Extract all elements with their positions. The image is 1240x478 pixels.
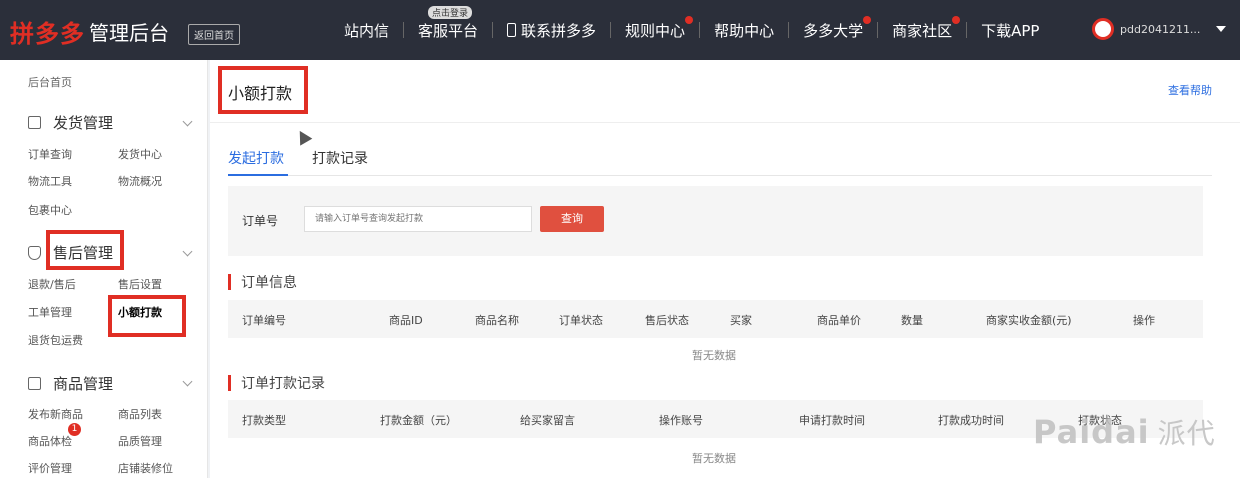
nav-rules-center[interactable]: 规则中心 xyxy=(611,0,699,60)
sidebar-item-review-manage[interactable]: 评价管理 xyxy=(28,460,72,476)
query-button[interactable]: 查询 xyxy=(540,206,604,232)
tab-payment-records[interactable]: 打款记录 xyxy=(312,148,368,168)
nav-merchant-community[interactable]: 商家社区 xyxy=(878,0,966,60)
logo[interactable]: 拼多多 管理后台 xyxy=(10,14,169,49)
chevron-down-icon[interactable] xyxy=(182,376,193,387)
phone-icon xyxy=(507,23,517,37)
nav-label: 站内信 xyxy=(344,21,390,40)
brand-logo: 拼多多 xyxy=(10,20,85,48)
column-header: 售后状态 xyxy=(645,314,689,327)
box-icon xyxy=(28,377,41,390)
order-number-input[interactable] xyxy=(304,206,532,232)
column-header: 操作 xyxy=(1133,314,1155,327)
tab-divider xyxy=(228,175,1212,176)
sidebar-group-shipping[interactable]: 发货管理 xyxy=(28,112,113,133)
sidebar-item-return-shipping[interactable]: 退货包运费 xyxy=(28,332,83,348)
watermark: Paidai 派代 xyxy=(1033,412,1216,452)
back-home-button[interactable]: 返回首页 xyxy=(188,24,240,45)
sidebar-item-refund[interactable]: 退款/售后 xyxy=(28,276,76,292)
section-title: 订单打款记录 xyxy=(241,376,325,392)
notification-dot xyxy=(685,16,694,24)
column-header: 订单编号 xyxy=(242,314,286,327)
payment-records-section: 订单打款记录 xyxy=(228,373,325,393)
shield-icon xyxy=(28,245,41,260)
chevron-down-icon[interactable] xyxy=(182,116,193,127)
group-label: 发货管理 xyxy=(53,114,114,132)
column-header: 商品ID xyxy=(389,314,423,327)
section-marker xyxy=(228,375,231,391)
column-header: 商家实收金额(元) xyxy=(986,314,1072,327)
section-title: 订单信息 xyxy=(241,275,297,291)
sidebar-item-goods-quality[interactable]: 品质管理 xyxy=(118,433,162,449)
nav-contact[interactable]: 联系拼多多 xyxy=(493,0,610,60)
search-panel: 订单号 查询 xyxy=(228,186,1203,256)
active-tab-indicator xyxy=(228,174,288,176)
user-menu[interactable]: pdd2041211... xyxy=(1092,18,1227,40)
sidebar-item-shipping-center[interactable]: 发货中心 xyxy=(118,146,162,162)
sidebar-item-publish-goods[interactable]: 发布新商品 xyxy=(28,406,83,422)
top-bar: 拼多多 管理后台 返回首页 站内信 点击登录 客服平台 联系拼多多 规则中心 帮… xyxy=(0,0,1240,60)
nav-label: 客服平台 xyxy=(418,21,479,40)
notification-badge: 1 xyxy=(68,423,81,436)
sidebar-item-goods-list[interactable]: 商品列表 xyxy=(118,406,162,422)
sidebar-item-order-query[interactable]: 订单查询 xyxy=(28,146,72,162)
section-marker xyxy=(228,274,231,290)
sidebar-item-package-center[interactable]: 包裹中心 xyxy=(28,202,72,218)
notification-dot xyxy=(863,16,872,24)
username: pdd2041211... xyxy=(1120,22,1201,36)
login-tag: 点击登录 xyxy=(428,6,473,19)
sidebar-group-goods[interactable]: 商品管理 xyxy=(28,373,113,394)
document-icon xyxy=(28,116,41,129)
watermark-latin: Paidai xyxy=(1033,413,1150,451)
nav-inbox[interactable]: 站内信 xyxy=(330,0,403,60)
column-header: 订单状态 xyxy=(559,314,603,327)
column-header: 给买家留言 xyxy=(520,414,575,427)
sidebar-item-store-decor[interactable]: 店铺装修位 xyxy=(118,460,173,476)
order-info-table-header: 订单编号 商品ID 商品名称 订单状态 售后状态 买家 商品单价 数量 商家实收… xyxy=(228,300,1203,338)
nav-duoduo-university[interactable]: 多多大学 xyxy=(789,0,877,60)
chevron-down-icon[interactable] xyxy=(182,246,193,257)
header-divider xyxy=(210,122,1240,123)
column-header: 操作账号 xyxy=(659,414,703,427)
order-info-empty: 暂无数据 xyxy=(692,349,736,362)
nav-label: 帮助中心 xyxy=(714,21,775,40)
nav-label: 联系拼多多 xyxy=(521,21,597,40)
nav-help-center[interactable]: 帮助中心 xyxy=(700,0,788,60)
watermark-cn: 派代 xyxy=(1157,417,1216,450)
column-header: 数量 xyxy=(901,314,923,327)
column-header: 商品名称 xyxy=(475,314,519,327)
app-title: 管理后台 xyxy=(89,21,169,45)
group-label: 商品管理 xyxy=(53,375,114,393)
order-info-section: 订单信息 xyxy=(228,272,297,292)
nav-download-app[interactable]: 下载APP xyxy=(967,0,1053,60)
sidebar-home-link[interactable]: 后台首页 xyxy=(28,74,72,90)
highlight-page-title xyxy=(218,66,308,114)
tab-initiate-payment[interactable]: 发起打款 xyxy=(228,148,284,168)
chevron-down-icon xyxy=(1216,26,1227,32)
sidebar-item-logistics-overview[interactable]: 物流概况 xyxy=(118,173,162,189)
column-header: 买家 xyxy=(730,314,752,327)
nav-label: 多多大学 xyxy=(803,21,864,40)
highlight-small-payment-item xyxy=(108,295,186,337)
notification-dot xyxy=(952,16,961,24)
highlight-after-sales-group xyxy=(46,230,124,270)
nav-label: 下载APP xyxy=(981,21,1040,40)
sidebar-item-shipping-tools[interactable]: 物流工具 xyxy=(28,173,72,189)
sidebar-item-work-order[interactable]: 工单管理 xyxy=(28,304,72,320)
top-nav: 站内信 点击登录 客服平台 联系拼多多 规则中心 帮助中心 多多大学 商家社区 … xyxy=(330,0,1053,60)
sidebar-item-after-sales-settings[interactable]: 售后设置 xyxy=(118,276,162,292)
help-link[interactable]: 查看帮助 xyxy=(1168,82,1212,98)
column-header: 打款类型 xyxy=(242,414,286,427)
column-header: 打款金额（元） xyxy=(380,414,457,427)
column-header: 申请打款时间 xyxy=(799,414,865,427)
nav-customer-service[interactable]: 点击登录 客服平台 xyxy=(404,0,492,60)
payment-records-empty: 暂无数据 xyxy=(692,452,736,465)
avatar xyxy=(1092,18,1114,40)
column-header: 打款成功时间 xyxy=(938,414,1004,427)
nav-label: 商家社区 xyxy=(892,21,953,40)
nav-label: 规则中心 xyxy=(625,21,686,40)
order-number-label: 订单号 xyxy=(242,214,279,228)
sidebar-item-goods-health[interactable]: 商品体检 xyxy=(28,433,72,449)
column-header: 商品单价 xyxy=(817,314,861,327)
